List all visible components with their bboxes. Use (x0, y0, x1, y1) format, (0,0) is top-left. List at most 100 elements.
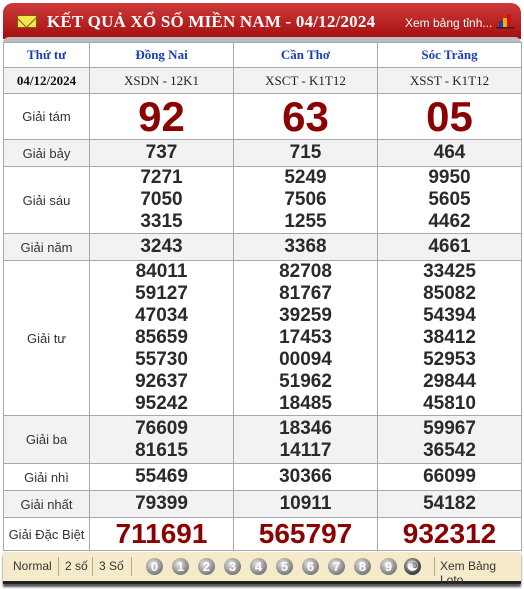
prize-cell: 84011 59127 47034 85659 55730 92637 95242 (89, 260, 234, 416)
prize-number: 00094 (279, 349, 332, 370)
prize-number: 79399 (135, 493, 188, 514)
prize-number: 39259 (279, 305, 332, 326)
prize-number: 18485 (279, 393, 332, 414)
prize-cell: 711691 (89, 517, 234, 551)
prize-number: 36542 (423, 439, 476, 461)
weekday-header: Thứ tư (3, 42, 90, 68)
prize-number: 1255 (284, 211, 327, 232)
digit-ball-4[interactable]: 4 (250, 558, 267, 575)
prize-number: 63 (282, 92, 329, 140)
digit-ball-3[interactable]: 3 (224, 558, 241, 575)
draw-code: XSST - K1T12 (377, 67, 522, 94)
separator (434, 557, 435, 576)
prize-cell: 33425 85082 54394 38412 52953 29844 45810 (377, 260, 522, 416)
bar-chart-icon[interactable] (496, 13, 514, 29)
prize-cell: 4661 (377, 233, 522, 261)
digit-ball-5[interactable]: 5 (276, 558, 293, 575)
prize-row: Giải tư 84011 59127 47034 85659 55730 92637 952… (3, 260, 522, 416)
title-bar: KẾT QUẢ XỔ SỐ MIỀN NAM - 04/12/2024 Xem … (3, 3, 521, 39)
prize-number: 4462 (428, 211, 471, 232)
prize-number: 54394 (423, 305, 476, 326)
prize-number: 737 (145, 142, 178, 163)
prize-row: Giải bảy 737 715 464 (3, 139, 522, 167)
prize-number: 47034 (135, 305, 188, 326)
special-prize-number: 711691 (115, 518, 208, 549)
column-header-row: Thứ tư Đồng Nai Cần Thơ Sóc Trăng (3, 42, 522, 68)
special-prize-number: 932312 (402, 518, 497, 549)
prize-number: 54182 (423, 493, 476, 514)
prize-label: Giải sáu (3, 166, 90, 234)
prize-cell: 10911 (233, 490, 378, 518)
prize-row: Giải nhì 55469 30366 66099 (3, 463, 522, 491)
mode-2-digits[interactable]: 2 số (65, 559, 88, 573)
prize-number: 51962 (279, 371, 332, 392)
prize-number: 52953 (423, 349, 476, 370)
prize-number: 81767 (279, 283, 332, 304)
special-prize-number: 565797 (258, 518, 353, 549)
digit-ball-0[interactable]: 0 (146, 558, 163, 575)
prize-number: 38412 (423, 327, 476, 348)
prize-number: 55469 (135, 466, 188, 487)
digit-ball-6[interactable]: 6 (302, 558, 319, 575)
prize-cell: 464 (377, 139, 522, 167)
prize-row: Giải ba 76609 81615 18346 14117 59967 36542 (3, 415, 522, 464)
prize-label: Giải ba (3, 415, 90, 464)
prize-label: Giải nhì (3, 463, 90, 491)
province-header[interactable]: Đồng Nai (89, 42, 234, 68)
prize-row: Giải năm 3243 3368 4661 (3, 233, 522, 261)
prize-cell: 30366 (233, 463, 378, 491)
province-header[interactable]: Sóc Trăng (377, 42, 522, 68)
prize-number: 92637 (135, 371, 188, 392)
prize-cell: 932312 (377, 517, 522, 551)
prize-label: Giải năm (3, 233, 90, 261)
prize-label: Giải tư (3, 260, 90, 416)
prize-cell: 3243 (89, 233, 234, 261)
prize-row: Giải nhất 79399 10911 54182 (3, 490, 522, 518)
prize-cell: 05 (377, 92, 522, 140)
prize-number: 17453 (279, 327, 332, 348)
province-header[interactable]: Cần Thơ (233, 42, 378, 68)
digit-ball-8[interactable]: 8 (354, 558, 371, 575)
prize-number: 95242 (135, 393, 188, 414)
prize-number: 10911 (279, 493, 332, 514)
prize-label: Giải Đặc Biệt (3, 517, 90, 551)
draw-code-row: 04/12/2024 XSDN - 12K1 XSCT - K1T12 XSST… (3, 67, 522, 94)
prize-cell: 7271 7050 3315 (89, 166, 234, 234)
prize-number: 30366 (279, 466, 332, 487)
footer-toolbar: Normal 2 số 3 Số 0123456789 ☯ Xem Bảng L… (3, 552, 521, 587)
prize-number: 05 (426, 92, 473, 140)
prize-number: 3243 (140, 236, 183, 257)
draw-code: XSCT - K1T12 (233, 67, 378, 94)
prize-number: 85082 (423, 283, 476, 304)
prize-number: 715 (289, 142, 322, 163)
prize-number: 84011 (135, 261, 188, 282)
prize-number: 29844 (423, 371, 476, 392)
draw-code: XSDN - 12K1 (89, 67, 234, 94)
prize-number: 92 (138, 92, 185, 140)
prize-cell: 59967 36542 (377, 415, 522, 464)
prize-number: 464 (433, 142, 466, 163)
prize-number: 9950 (428, 167, 471, 188)
prize-cell: 66099 (377, 463, 522, 491)
prize-label: Giải nhất (3, 490, 90, 518)
prize-number: 5605 (428, 189, 471, 210)
digit-ball-9[interactable]: 9 (380, 558, 397, 575)
view-province-table-link[interactable]: Xem bảng tỉnh... (405, 16, 492, 30)
mode-3-digits[interactable]: 3 Số (99, 559, 124, 573)
separator (92, 557, 93, 576)
yin-yang-icon[interactable]: ☯ (404, 558, 421, 575)
prize-cell: 565797 (233, 517, 378, 551)
prize-number: 7271 (140, 167, 183, 188)
digit-ball-7[interactable]: 7 (328, 558, 345, 575)
view-loto-table-link[interactable]: Xem Bảng Loto (440, 559, 521, 587)
prize-cell: 54182 (377, 490, 522, 518)
prize-number: 81615 (135, 439, 188, 461)
separator (58, 557, 59, 576)
digit-ball-1[interactable]: 1 (172, 558, 189, 575)
prize-number: 14117 (279, 439, 332, 461)
mode-normal[interactable]: Normal (13, 559, 52, 573)
digit-ball-2[interactable]: 2 (198, 558, 215, 575)
prize-row: Giải sáu 7271 7050 3315 5249 7506 1255 9950 5605… (3, 166, 522, 234)
prize-cell: 92 (89, 92, 234, 140)
prize-cell: 5249 7506 1255 (233, 166, 378, 234)
